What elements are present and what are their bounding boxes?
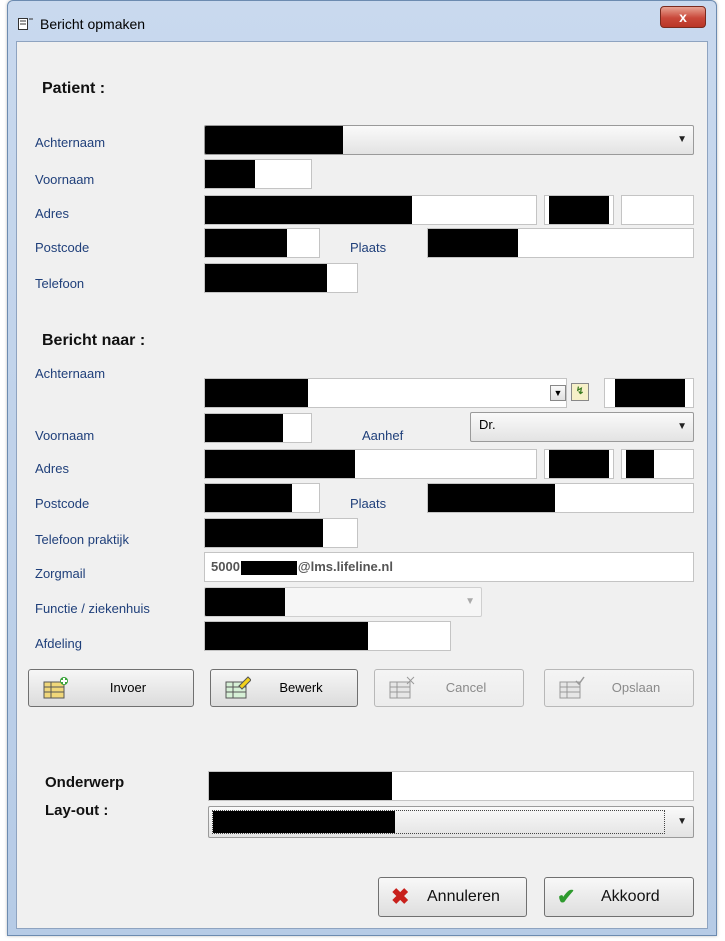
recipient-code-field[interactable]	[604, 378, 694, 408]
redacted-block	[205, 414, 283, 442]
recipient-voornaam-field[interactable]	[204, 413, 312, 443]
patient-voornaam-label: Voornaam	[35, 172, 95, 187]
chevron-down-icon: ▼	[465, 596, 475, 607]
dialog-window: Bericht opmaken x Patient : Achternaam ▼…	[7, 0, 717, 936]
recipient-achternaam-field[interactable]	[204, 378, 567, 408]
annuleren-button[interactable]: ✖ Annuleren	[378, 877, 527, 917]
focus-rect	[212, 810, 665, 834]
redacted-block	[205, 196, 412, 224]
recipient-telefoon-field[interactable]	[204, 518, 358, 548]
recipient-toevoeging-field[interactable]	[621, 449, 694, 479]
recipient-adres-label: Adres	[35, 461, 69, 476]
onderwerp-field[interactable]	[208, 771, 694, 801]
chevron-down-icon[interactable]: ▼	[550, 385, 566, 401]
close-icon: x	[679, 9, 687, 25]
afdeling-field[interactable]	[204, 621, 451, 651]
redacted-block	[205, 229, 287, 257]
cancel-button[interactable]: Cancel	[374, 669, 524, 707]
green-check-icon: ✔	[557, 884, 576, 909]
recipient-achternaam-label: Achternaam	[35, 366, 106, 381]
redacted-block	[549, 450, 609, 478]
red-x-icon: ✖	[391, 884, 410, 909]
recipient-plaats-label: Plaats	[350, 496, 387, 511]
opslaan-button[interactable]: Opslaan	[544, 669, 694, 707]
close-button[interactable]: x	[660, 6, 706, 28]
redacted-block	[205, 264, 327, 292]
functie-label: Functie / ziekenhuis	[35, 601, 150, 616]
bewerk-button[interactable]: Bewerk	[210, 669, 358, 707]
redacted-block	[205, 160, 255, 188]
chevron-down-icon: ▼	[677, 134, 687, 145]
redacted-block	[205, 622, 368, 650]
patient-heading: Patient :	[42, 80, 106, 97]
redacted-block	[626, 450, 654, 478]
redacted-block	[205, 484, 292, 512]
onderwerp-label: Onderwerp	[45, 774, 125, 791]
dialog-body: Patient : Achternaam ▼ Voornaam Adres Po…	[16, 41, 708, 929]
redacted-block	[428, 229, 518, 257]
chevron-down-icon: ▼	[677, 816, 687, 827]
title-bar: Bericht opmaken x	[8, 1, 716, 41]
invoer-button[interactable]: Invoer	[28, 669, 194, 707]
patient-achternaam-combo[interactable]: ▼	[204, 125, 694, 155]
patient-adres-label: Adres	[35, 206, 69, 221]
patient-plaats-label: Plaats	[350, 240, 387, 255]
zorgmail-label: Zorgmail	[35, 566, 86, 581]
akkoord-label: Akkoord	[601, 888, 660, 905]
layout-select[interactable]: ▼	[208, 806, 694, 838]
recipient-postcode-label: Postcode	[35, 496, 90, 511]
patient-huisnummer-field[interactable]	[544, 195, 614, 225]
redacted-block	[205, 126, 343, 154]
opslaan-label: Opslaan	[611, 680, 661, 695]
patient-adres-field[interactable]	[204, 195, 537, 225]
zorgmail-field[interactable]: 5000 @lms.lifeline.nl	[204, 552, 694, 582]
redacted-block	[615, 379, 685, 407]
akkoord-button[interactable]: ✔ Akkoord	[544, 877, 694, 917]
redacted-block	[240, 560, 297, 575]
recipient-postcode-field[interactable]	[204, 483, 320, 513]
recipient-adres-field[interactable]	[204, 449, 537, 479]
patient-toevoeging-field[interactable]	[621, 195, 694, 225]
annuleren-label: Annuleren	[427, 888, 500, 905]
cancel-label: Cancel	[445, 680, 487, 695]
patient-telefoon-label: Telefoon	[35, 276, 85, 291]
redacted-block	[428, 484, 555, 512]
redacted-block	[205, 379, 308, 407]
recipient-telefoon-label: Telefoon praktijk	[35, 532, 129, 547]
layout-label: Lay-out :	[45, 802, 109, 819]
invoer-label: Invoer	[109, 680, 147, 695]
chevron-down-icon: ▼	[677, 421, 687, 432]
zorgmail-suffix: @lms.lifeline.nl	[297, 559, 393, 574]
redacted-block	[205, 519, 323, 547]
lookup-icon[interactable]: ↯	[571, 383, 589, 401]
afdeling-label: Afdeling	[35, 636, 82, 651]
aanhef-select[interactable]: Dr. ▼	[470, 412, 694, 442]
redacted-block	[209, 772, 392, 800]
functie-select[interactable]: ▼	[204, 587, 482, 617]
recipient-heading: Bericht naar :	[42, 332, 146, 349]
patient-postcode-label: Postcode	[35, 240, 90, 255]
patient-achternaam-label: Achternaam	[35, 135, 106, 150]
redacted-block	[549, 196, 609, 224]
recipient-voornaam-label: Voornaam	[35, 428, 95, 443]
patient-plaats-field[interactable]	[427, 228, 694, 258]
recipient-plaats-field[interactable]	[427, 483, 694, 513]
zorgmail-prefix: 5000	[211, 559, 240, 574]
patient-telefoon-field[interactable]	[204, 263, 358, 293]
redacted-block	[205, 450, 355, 478]
aanhef-value: Dr.	[479, 417, 496, 432]
bewerk-label: Bewerk	[279, 680, 323, 695]
patient-postcode-field[interactable]	[204, 228, 320, 258]
redacted-block	[205, 588, 285, 616]
recipient-huisnummer-field[interactable]	[544, 449, 614, 479]
window-icon	[18, 18, 33, 30]
window-title: Bericht opmaken	[40, 16, 146, 32]
patient-voornaam-field[interactable]	[204, 159, 312, 189]
aanhef-label: Aanhef	[362, 428, 404, 443]
